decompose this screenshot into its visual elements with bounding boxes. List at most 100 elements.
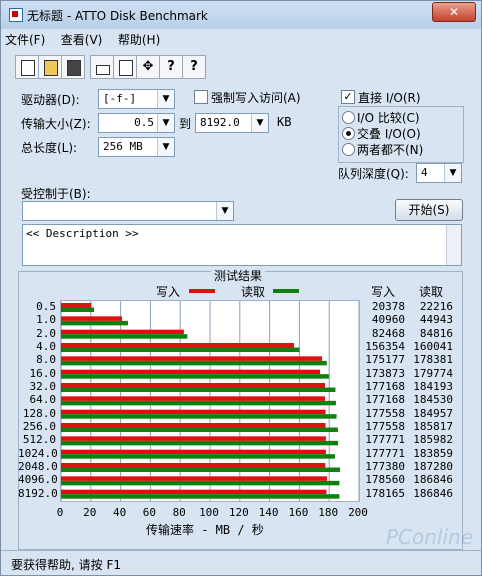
context-help-icon[interactable]: ? bbox=[182, 55, 206, 79]
category-label: 4.0 bbox=[36, 340, 56, 353]
menu-help[interactable]: 帮助(H) bbox=[118, 31, 160, 48]
results-title: 测试结果 bbox=[211, 267, 266, 284]
x-tick-label: 0 bbox=[56, 506, 64, 519]
status-text: 要获得帮助, 请按 F1 bbox=[11, 558, 121, 572]
help-icon[interactable]: ? bbox=[159, 55, 183, 79]
bar-read bbox=[61, 320, 128, 326]
x-tick-label: 20 bbox=[83, 506, 97, 519]
write-value: 177771 bbox=[365, 446, 405, 460]
bar-write bbox=[61, 409, 326, 415]
io-compare-radio[interactable] bbox=[342, 111, 355, 124]
total-length-value: 256 MB bbox=[103, 140, 143, 153]
column-write-header: 写入 bbox=[371, 285, 396, 299]
read-value: 187280 bbox=[413, 460, 453, 473]
drive-select[interactable]: [-f-] ▼ bbox=[98, 89, 175, 109]
transfer-to-select[interactable]: 8192.0 ▼ bbox=[195, 113, 269, 133]
bar-write bbox=[61, 316, 123, 321]
menu-bar: 文件(F) 查看(V) 帮助(H) bbox=[5, 31, 172, 49]
bar-write bbox=[61, 489, 327, 495]
bar-read bbox=[61, 400, 336, 406]
legend-write-label: 写入 bbox=[156, 285, 181, 299]
read-value: 84816 bbox=[419, 326, 453, 340]
total-length-select[interactable]: 256 MB ▼ bbox=[98, 137, 175, 157]
write-value: 40960 bbox=[371, 313, 405, 327]
app-icon bbox=[9, 8, 23, 22]
category-label: 2048.0 bbox=[18, 460, 58, 473]
x-tick-label: 100 bbox=[199, 506, 219, 519]
write-value: 177771 bbox=[365, 433, 405, 447]
write-value: 177380 bbox=[365, 460, 405, 473]
chevron-down-icon: ▼ bbox=[157, 114, 174, 132]
menu-file[interactable]: 文件(F) bbox=[5, 31, 45, 48]
category-label: 8192.0 bbox=[18, 486, 58, 500]
category-label: 64.0 bbox=[29, 393, 57, 407]
bar-write bbox=[61, 369, 321, 375]
chevron-down-icon: ▼ bbox=[251, 114, 268, 132]
direct-io-checkbox[interactable]: ✓ bbox=[341, 90, 355, 104]
new-icon[interactable] bbox=[15, 55, 39, 79]
write-value: 20378 bbox=[371, 300, 405, 313]
print-icon[interactable] bbox=[90, 55, 114, 79]
bar-read bbox=[61, 467, 341, 472]
category-label: 4096.0 bbox=[18, 473, 58, 487]
move-icon[interactable]: ✥ bbox=[136, 55, 160, 79]
bar-read bbox=[61, 347, 300, 352]
read-value: 186846 bbox=[413, 473, 453, 487]
read-value: 44943 bbox=[419, 313, 453, 327]
description-scrollbar[interactable] bbox=[446, 225, 461, 265]
x-tick-label: 180 bbox=[318, 506, 339, 519]
transfer-from-value: 0.5 bbox=[134, 116, 154, 129]
read-value: 178381 bbox=[413, 353, 453, 367]
watermark: PConline bbox=[385, 525, 473, 549]
read-value: 185982 bbox=[413, 433, 453, 447]
read-value: 160041 bbox=[413, 340, 453, 353]
queue-depth-select[interactable]: 4 ▼ bbox=[416, 163, 462, 183]
neither-radio[interactable] bbox=[342, 143, 355, 156]
bar-write bbox=[61, 463, 326, 468]
read-value: 184957 bbox=[413, 406, 453, 420]
save-icon[interactable] bbox=[61, 55, 85, 79]
controlled-by-select[interactable]: ▼ bbox=[22, 201, 234, 221]
chevron-down-icon: ▼ bbox=[157, 90, 174, 108]
transfer-from-select[interactable]: 0.5 ▼ bbox=[98, 113, 175, 133]
category-label: 128.0 bbox=[22, 406, 56, 420]
menu-view[interactable]: 查看(V) bbox=[61, 31, 103, 48]
start-button[interactable]: 开始(S) bbox=[395, 199, 463, 221]
bar-write bbox=[61, 343, 294, 348]
drive-value: [-f-] bbox=[103, 92, 137, 105]
x-tick-label: 140 bbox=[258, 506, 279, 519]
write-value: 177168 bbox=[365, 380, 405, 393]
print-preview-icon[interactable] bbox=[113, 55, 137, 79]
title-bar: 无标题 - ATTO Disk Benchmark ✕ bbox=[1, 1, 481, 29]
status-bar: 要获得帮助, 请按 F1 bbox=[1, 550, 481, 575]
overlapped-io-radio[interactable] bbox=[342, 127, 355, 140]
open-icon[interactable] bbox=[38, 55, 62, 79]
category-label: 1.0 bbox=[36, 313, 56, 327]
transfer-to-value: 8192.0 bbox=[200, 116, 240, 129]
write-value: 177558 bbox=[365, 420, 405, 433]
category-label: 1024.0 bbox=[18, 446, 58, 460]
bar-read bbox=[61, 360, 327, 366]
bar-read bbox=[61, 414, 337, 419]
read-value: 183859 bbox=[413, 446, 453, 460]
x-tick-label: 200 bbox=[348, 506, 368, 519]
direct-io-label: 直接 I/O(R) bbox=[358, 91, 421, 105]
legend-write-swatch bbox=[189, 289, 215, 293]
write-value: 173873 bbox=[365, 366, 405, 380]
window-title: 无标题 - ATTO Disk Benchmark bbox=[27, 9, 208, 23]
force-write-checkbox[interactable] bbox=[194, 90, 208, 104]
bar-read bbox=[61, 387, 336, 392]
bar-read bbox=[61, 427, 338, 432]
x-axis-label: 传输速率 - MB / 秒 bbox=[146, 523, 264, 537]
description-textarea[interactable]: << Description >> bbox=[22, 224, 462, 266]
category-label: 16.0 bbox=[29, 366, 57, 380]
x-tick-label: 160 bbox=[288, 506, 309, 519]
close-button[interactable]: ✕ bbox=[432, 2, 476, 22]
write-value: 178560 bbox=[365, 473, 405, 487]
bar-read bbox=[61, 307, 95, 312]
category-label: 32.0 bbox=[29, 380, 57, 393]
bar-read bbox=[61, 454, 335, 459]
queue-depth-value: 4 bbox=[421, 166, 428, 179]
chart-svg bbox=[60, 301, 360, 501]
read-value: 184193 bbox=[413, 380, 453, 393]
